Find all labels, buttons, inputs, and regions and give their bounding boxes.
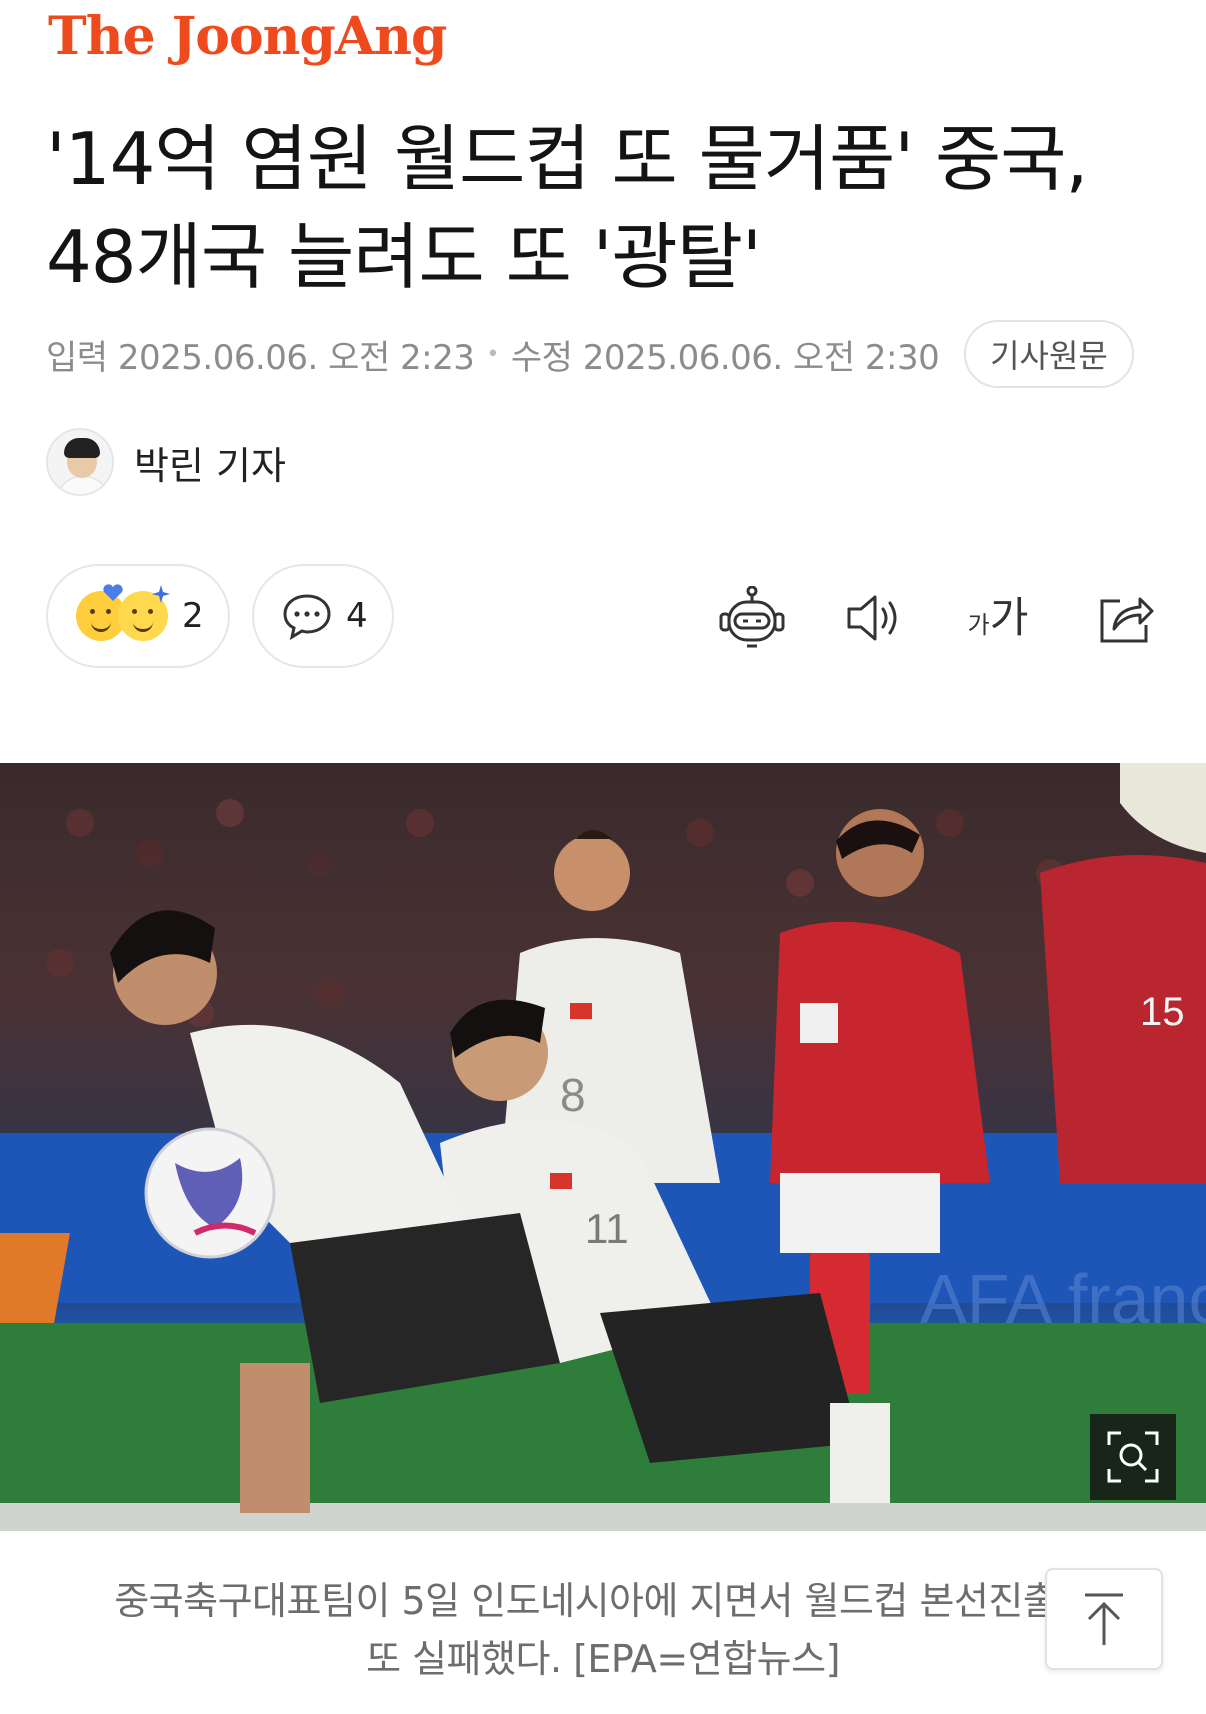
article-photo[interactable]: AFA france 8 15 11 bbox=[0, 763, 1206, 1531]
robot-icon bbox=[719, 586, 785, 648]
ai-summary-button[interactable] bbox=[716, 584, 788, 652]
author-avatar[interactable] bbox=[46, 428, 114, 496]
jersey-number-15: 15 bbox=[1140, 990, 1185, 1034]
article-headline: '14억 염원 월드컵 또 물거품' 중국, 48개국 늘려도 또 '광탈' bbox=[46, 110, 1166, 306]
font-size-large-label: 가 bbox=[989, 593, 1029, 642]
comment-count: 4 bbox=[346, 596, 368, 636]
caption-line-1: 중국축구대표팀이 5일 인도네시아에 지면서 월드컵 본선진출에 bbox=[114, 1579, 1092, 1623]
article-dates: 입력 2025.06.06. 오전 2:23 • 수정 2025.06.06. … bbox=[46, 330, 940, 379]
reaction-emoji-icon bbox=[118, 585, 170, 641]
author-byline[interactable]: 박린 기자 bbox=[46, 428, 286, 496]
player-red-far-right: 15 bbox=[1040, 763, 1206, 1183]
share-icon bbox=[1100, 597, 1154, 643]
input-label: 입력 bbox=[46, 338, 108, 378]
input-datetime: 2025.06.06. 오전 2:23 bbox=[117, 338, 475, 378]
photo-caption: 중국축구대표팀이 5일 인도네시아에 지면서 월드컵 본선진출에 또 실패했다.… bbox=[40, 1572, 1166, 1688]
font-size-button[interactable]: 가 가 bbox=[962, 584, 1034, 652]
modified-datetime: 2025.06.06. 오전 2:30 bbox=[582, 338, 940, 378]
modified-label: 수정 bbox=[510, 338, 573, 378]
zoom-icon bbox=[1107, 1431, 1159, 1483]
comment-icon bbox=[283, 594, 331, 640]
jersey-number-11: 11 bbox=[585, 1205, 629, 1252]
scroll-to-top-button[interactable] bbox=[1045, 1568, 1163, 1670]
photo-illustration: AFA france 8 15 11 bbox=[0, 763, 1206, 1531]
headline-line-2: 48개국 늘려도 또 '광탈' bbox=[46, 215, 762, 299]
share-button[interactable] bbox=[1090, 584, 1162, 652]
text-to-speech-button[interactable] bbox=[840, 584, 912, 652]
site-logo[interactable]: The JoongAng bbox=[48, 6, 447, 67]
scroll-top-icon bbox=[1085, 1593, 1123, 1645]
author-name[interactable]: 박린 기자 bbox=[134, 435, 286, 490]
headline-line-1: '14억 염원 월드컵 또 물거품' 중국, bbox=[46, 117, 1088, 201]
speaker-icon bbox=[847, 595, 897, 641]
font-size-small-label: 가 bbox=[967, 611, 990, 639]
meta-separator: • bbox=[486, 342, 499, 367]
photo-zoom-button[interactable] bbox=[1090, 1414, 1176, 1500]
original-article-button[interactable]: 기사원문 bbox=[964, 320, 1134, 388]
reaction-button[interactable]: 2 bbox=[46, 564, 230, 668]
font-size-icon: 가 가 bbox=[968, 596, 1029, 640]
caption-line-2: 또 실패했다. [EPA=연합뉴스] bbox=[366, 1637, 840, 1681]
reaction-count: 2 bbox=[182, 596, 204, 636]
jersey-number-8: 8 bbox=[560, 1069, 586, 1121]
comment-button[interactable]: 4 bbox=[252, 564, 394, 668]
